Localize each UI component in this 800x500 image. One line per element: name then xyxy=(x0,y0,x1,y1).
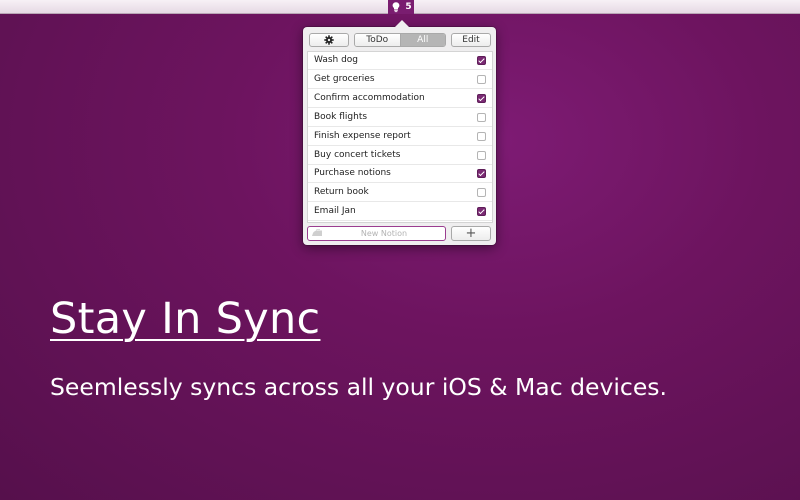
task-row[interactable]: Wash dog xyxy=(308,52,492,70)
tab-todo[interactable]: ToDo xyxy=(355,34,400,46)
new-notion-field[interactable] xyxy=(307,226,446,241)
task-checkbox[interactable] xyxy=(477,150,486,160)
task-label: Get groceries xyxy=(314,73,375,84)
task-row[interactable]: Email Jan xyxy=(308,203,492,222)
task-label: Return book xyxy=(314,187,369,198)
task-checkbox[interactable] xyxy=(477,188,486,198)
iron-icon xyxy=(312,229,322,236)
task-list: Wash dog Get groceries Confirm accommodati… xyxy=(307,51,493,223)
task-label: Wash dog xyxy=(314,55,359,65)
new-notion-input[interactable] xyxy=(324,227,444,240)
settings-button[interactable] xyxy=(309,33,349,47)
task-checkbox[interactable] xyxy=(477,112,486,122)
task-checkbox[interactable] xyxy=(477,169,486,179)
menubar-count: 5 xyxy=(405,2,412,12)
headline: Stay In Sync xyxy=(50,294,321,344)
task-row[interactable]: Purchase notions xyxy=(308,165,492,184)
menu-bar: 5 xyxy=(0,0,800,14)
todo-popover: ToDo All Edit Wash dog Get groceries Confi… xyxy=(303,20,496,245)
edit-button[interactable]: Edit xyxy=(451,33,491,47)
task-row[interactable]: Buy concert tickets xyxy=(308,147,492,165)
add-task-button[interactable]: + xyxy=(451,226,491,241)
task-checkbox[interactable] xyxy=(477,131,486,141)
task-row[interactable]: Finish expense report xyxy=(308,128,492,146)
task-row[interactable]: Get groceries xyxy=(308,71,492,89)
plus-icon: + xyxy=(465,226,477,241)
task-label: Confirm accommodation xyxy=(314,92,425,103)
task-label: Book flights xyxy=(314,111,368,122)
menubar-status-item[interactable]: 5 xyxy=(388,0,414,14)
gear-icon xyxy=(324,35,334,45)
task-checkbox[interactable] xyxy=(477,74,486,84)
task-label: Finish expense report xyxy=(314,130,411,141)
lightbulb-icon xyxy=(392,2,400,13)
subheadline: Seemlessly syncs across all your iOS & M… xyxy=(50,373,668,401)
task-checkbox[interactable] xyxy=(477,56,486,65)
tab-all[interactable]: All xyxy=(399,34,445,46)
task-row[interactable]: Confirm accommodation xyxy=(308,90,492,108)
filter-segmented-control: ToDo All xyxy=(354,33,446,47)
popover-arrow xyxy=(395,20,409,27)
task-checkbox[interactable] xyxy=(477,207,486,217)
task-label: Purchase notions xyxy=(314,168,391,179)
task-row[interactable]: Book flights xyxy=(308,109,492,127)
task-label: Email Jan xyxy=(314,206,356,217)
popover-toolbar: ToDo All Edit xyxy=(303,27,496,51)
task-checkbox[interactable] xyxy=(477,93,486,103)
task-label: Buy concert tickets xyxy=(314,149,401,160)
task-row[interactable]: Return book xyxy=(308,184,492,203)
